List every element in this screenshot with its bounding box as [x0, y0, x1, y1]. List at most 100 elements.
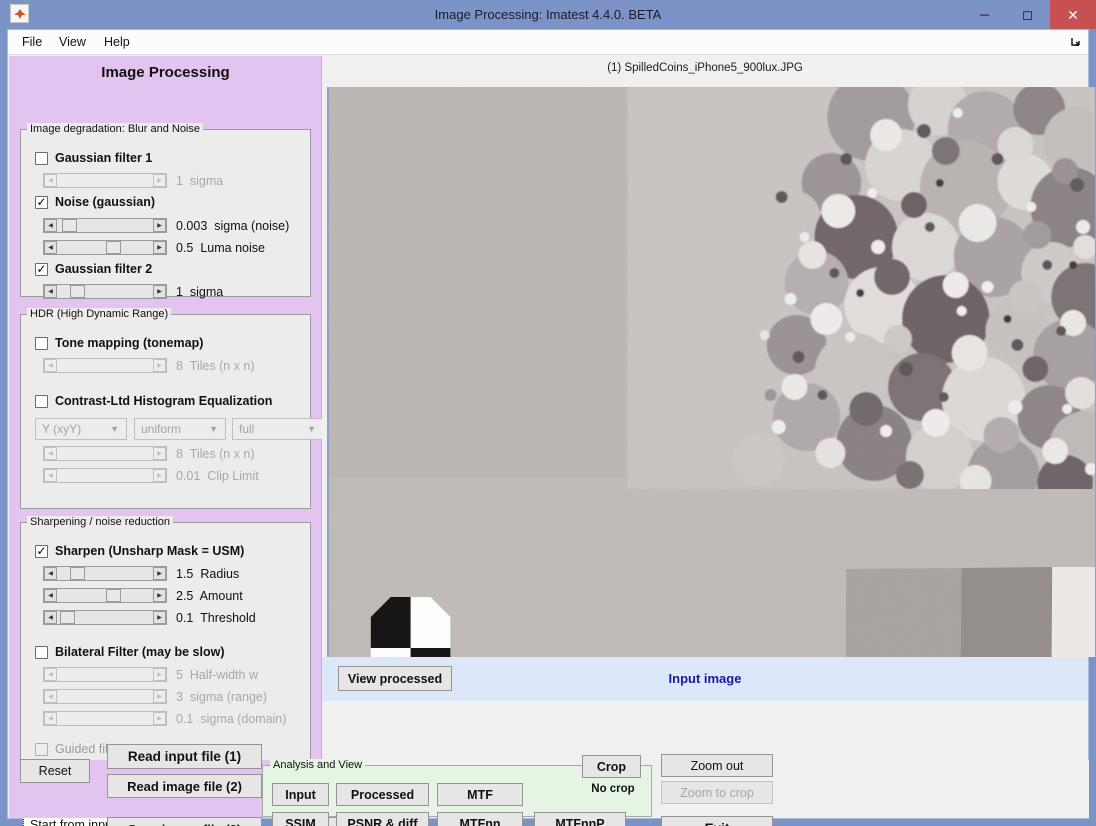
checkbox-sharpen-usm[interactable]: ✓ Sharpen (Unsharp Mask = USM): [35, 544, 244, 558]
slider-left-arrow-icon[interactable]: ◀: [44, 611, 57, 624]
slider-thumb[interactable]: [106, 589, 121, 602]
mtf-button[interactable]: MTF: [437, 783, 523, 806]
image-caption: (1) SpilledCoins_iPhone5_900lux.JPG: [607, 62, 803, 74]
slider-noise-sigma[interactable]: ◀ ▶ 0.003 sigma (noise): [43, 218, 289, 233]
slider-right-arrow-icon[interactable]: ▶: [153, 611, 166, 624]
slider-track[interactable]: ◀ ▶: [43, 284, 167, 299]
group-image-degradation: Image degradation: Blur and Noise Gaussi…: [20, 123, 311, 299]
processed-button[interactable]: Processed: [336, 783, 429, 806]
ssim-button[interactable]: SSIM: [272, 812, 329, 826]
checkbox-noise-gaussian[interactable]: ✓ Noise (gaussian): [35, 195, 155, 209]
reset-button[interactable]: Reset: [20, 759, 90, 783]
zoom-out-button[interactable]: Zoom out: [661, 754, 773, 777]
left-settings-panel: Image Processing Image degradation: Blur…: [9, 56, 324, 826]
slider-left-arrow-icon[interactable]: ◀: [44, 219, 57, 232]
slider-right-arrow-icon[interactable]: ▶: [153, 219, 166, 232]
mtfnn-button[interactable]: MTFnn: [437, 812, 523, 826]
slider-track[interactable]: ◀ ▶: [43, 240, 167, 255]
select-value: full: [239, 422, 255, 436]
slider-thumb[interactable]: [60, 611, 75, 624]
slider-value-label: 1 sigma: [176, 284, 224, 299]
menu-help[interactable]: Help: [96, 30, 138, 55]
checkbox-bilateral-filter[interactable]: Bilateral Filter (may be slow): [35, 645, 225, 659]
checkbox-label: Contrast-Ltd Histogram Equalization: [55, 394, 273, 408]
menu-file[interactable]: File: [14, 30, 50, 55]
arrow-down-right-icon[interactable]: [1068, 35, 1082, 49]
slider-thumb[interactable]: [106, 241, 121, 254]
slider-usm-threshold[interactable]: ◀ ▶ 0.1 Threshold: [43, 610, 256, 625]
slider-luma-noise[interactable]: ◀ ▶ 0.5 Luma noise: [43, 240, 265, 255]
application-window: Image Processing: Imatest 4.4.0. BETA ─ …: [0, 0, 1096, 826]
checkbox-tone-mapping[interactable]: Tone mapping (tonemap): [35, 336, 203, 350]
slider-thumb[interactable]: [62, 219, 77, 232]
slider-track[interactable]: ◀ ▶: [43, 566, 167, 581]
close-icon: ✕: [1067, 6, 1079, 23]
select-clahe-range[interactable]: full ▼: [232, 418, 324, 440]
slider-left-arrow-icon[interactable]: ◀: [44, 285, 57, 298]
slider-right-arrow-icon[interactable]: ▶: [153, 589, 166, 602]
slider-bilateral-sigma-range: ◀ ▶ 3 sigma (range): [43, 689, 267, 704]
checkbox-box: ✓: [35, 544, 48, 558]
chevron-down-icon: ▼: [307, 424, 316, 434]
slider-value-label: 0.5 Luma noise: [176, 240, 265, 255]
slider-thumb[interactable]: [70, 567, 85, 580]
chevron-down-icon: ▼: [209, 424, 218, 434]
save-image-file-button[interactable]: Save image file (2): [107, 817, 262, 826]
slider-track[interactable]: ◀ ▶: [43, 610, 167, 625]
slider-right-arrow-icon: ▶: [153, 712, 166, 725]
slider-gaussian1-sigma: ◀ ▶ 1 sigma: [43, 173, 223, 188]
read-image-file-button[interactable]: Read image file (2): [107, 774, 262, 798]
group-title-analysis: Analysis and View: [270, 759, 366, 771]
bottom-toolbar: Reset Processed > Input Save settings Re…: [9, 744, 1089, 826]
menu-view[interactable]: View: [51, 30, 94, 55]
slider-clahe-tiles: ◀ ▶ 8 Tiles (n x n): [43, 446, 255, 461]
read-input-file-button[interactable]: Read input file (1): [107, 744, 262, 769]
checkbox-label: Sharpen (Unsharp Mask = USM): [55, 544, 245, 558]
group-title-hdr: HDR (High Dynamic Range): [27, 308, 172, 320]
select-clahe-distribution[interactable]: uniform ▼: [134, 418, 226, 440]
checkbox-box: [35, 742, 48, 756]
slider-value-label: 8 Tiles (n x n): [176, 446, 255, 461]
slider-track[interactable]: ◀ ▶: [43, 218, 167, 233]
slider-thumb[interactable]: [70, 285, 85, 298]
crop-button[interactable]: Crop: [582, 755, 641, 778]
checkbox-box: [35, 336, 48, 350]
slider-value-label: 5 Half-width w: [176, 667, 258, 682]
slider-track: ◀ ▶: [43, 667, 167, 682]
image-viewer-panel: (1) SpilledCoins_iPhone5_900lux.JPG Inpu…: [322, 56, 1096, 760]
mtfnnp-button[interactable]: MTFnnP: [534, 812, 626, 826]
slider-left-arrow-icon: ◀: [44, 668, 57, 681]
slider-right-arrow-icon: ▶: [153, 469, 166, 482]
slider-track: ◀ ▶: [43, 446, 167, 461]
view-processed-button[interactable]: View processed: [338, 666, 452, 691]
slider-left-arrow-icon[interactable]: ◀: [44, 241, 57, 254]
image-canvas[interactable]: [327, 87, 1096, 657]
slider-track[interactable]: ◀ ▶: [43, 588, 167, 603]
slider-right-arrow-icon[interactable]: ▶: [153, 285, 166, 298]
slider-left-arrow-icon[interactable]: ◀: [44, 589, 57, 602]
slider-left-arrow-icon[interactable]: ◀: [44, 567, 57, 580]
checkbox-gaussian-filter-2[interactable]: ✓ Gaussian filter 2: [35, 262, 152, 276]
menu-bar: File View Help: [8, 30, 1088, 55]
checkbox-clahe[interactable]: Contrast-Ltd Histogram Equalization: [35, 394, 272, 408]
minimize-button[interactable]: ─: [962, 0, 1007, 29]
exit-button[interactable]: Exit: [661, 816, 773, 826]
slider-usm-radius[interactable]: ◀ ▶ 1.5 Radius: [43, 566, 239, 581]
slider-track: ◀ ▶: [43, 358, 167, 373]
checkbox-gaussian-filter-1[interactable]: Gaussian filter 1: [35, 151, 152, 165]
slider-bilateral-halfwidth: ◀ ▶ 5 Half-width w: [43, 667, 258, 682]
slider-usm-amount[interactable]: ◀ ▶ 2.5 Amount: [43, 588, 243, 603]
spilled-coins-test-chart: [329, 87, 1095, 657]
maximize-button[interactable]: ◻: [1005, 0, 1050, 29]
slider-right-arrow-icon[interactable]: ▶: [153, 567, 166, 580]
group-hdr: HDR (High Dynamic Range) Tone mapping (t…: [20, 308, 324, 509]
psnr-diff-button[interactable]: PSNR & diff: [336, 812, 429, 826]
slider-right-arrow-icon[interactable]: ▶: [153, 241, 166, 254]
input-button[interactable]: Input: [272, 783, 329, 806]
slider-gaussian2-sigma[interactable]: ◀ ▶ 1 sigma: [43, 284, 223, 299]
select-clahe-colorspace[interactable]: Y (xyY) ▼: [35, 418, 127, 440]
slider-left-arrow-icon: ◀: [44, 690, 57, 703]
slider-left-arrow-icon: ◀: [44, 712, 57, 725]
checkbox-box: [35, 151, 48, 165]
close-button[interactable]: ✕: [1050, 0, 1096, 29]
